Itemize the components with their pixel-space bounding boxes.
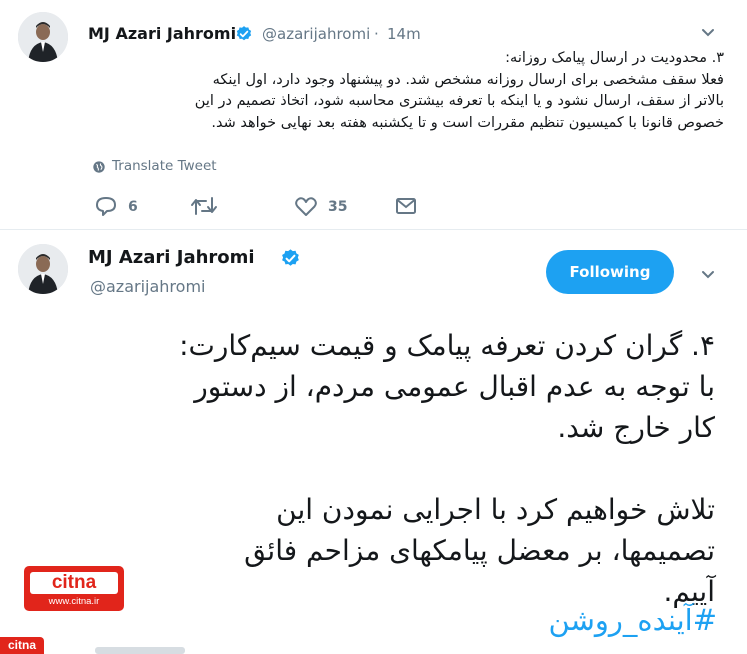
tweet-line: ۴. گران کردن تعرفه پیامک و قیمت سیم‌کارت… xyxy=(179,329,715,362)
like-icon[interactable] xyxy=(294,195,318,217)
tweet-line: کار خارج شد. xyxy=(557,411,715,444)
avatar[interactable] xyxy=(18,12,68,62)
translate-tweet-link[interactable]: Translate Tweet xyxy=(112,158,217,174)
retweet-icon[interactable] xyxy=(190,195,218,217)
reply-count: 6 xyxy=(128,199,138,215)
following-button[interactable]: Following xyxy=(546,250,674,294)
tweet-line: خصوص قانونا با کمیسیون تنظیم مقررات است … xyxy=(211,114,724,131)
citna-logo: citna www.citna.ir xyxy=(24,566,124,611)
chevron-down-icon[interactable] xyxy=(698,264,718,284)
tweet-line: ۳. محدودیت در ارسال پیامک روزانه: xyxy=(505,50,724,66)
tweet-divider xyxy=(0,229,747,230)
author-name[interactable]: MJ Azari Jahromi xyxy=(88,247,255,268)
logo-url: www.citna.ir xyxy=(48,596,100,607)
logo-wordmark: citna xyxy=(30,572,118,594)
corner-logo: citna xyxy=(0,637,44,654)
tweet-text: ۴. گران کردن تعرفه پیامک و قیمت سیم‌کارت… xyxy=(150,325,715,612)
verified-badge-icon xyxy=(236,26,252,41)
hashtag-link[interactable]: #آینده_روشن xyxy=(440,603,717,637)
verified-badge-icon xyxy=(282,249,299,266)
tweet-line: تلاش خواهیم کرد با اجرایی نمودن این xyxy=(276,493,715,526)
chevron-down-icon[interactable] xyxy=(698,22,718,42)
avatar-portrait xyxy=(18,12,68,62)
globe-icon xyxy=(93,161,105,173)
avatar[interactable] xyxy=(18,244,68,294)
avatar-portrait xyxy=(18,244,68,294)
like-count: 35 xyxy=(328,199,348,215)
author-handle[interactable]: @azarijahromi xyxy=(262,25,370,43)
tweet-line: با توجه به عدم اقبال عمومی مردم، از دستو… xyxy=(194,370,715,403)
reply-icon[interactable] xyxy=(94,195,118,217)
tweet-line: فعلا سقف مشخصی برای ارسال روزانه مشخص شد… xyxy=(212,71,724,88)
tweet-line: بالاتر از سقف، ارسال نشود و یا اینکه با … xyxy=(194,93,724,109)
time-separator: · xyxy=(374,25,379,43)
tweet-line: تصمیمها، بر معضل پیامکهای مزاحم فائق xyxy=(244,534,715,567)
tweet-time[interactable]: 14m xyxy=(387,25,421,43)
tweet-text: ۳. محدودیت در ارسال پیامک روزانه: فعلا س… xyxy=(90,48,724,134)
actions-row-partial xyxy=(95,647,185,654)
direct-message-icon[interactable] xyxy=(395,196,417,216)
author-handle[interactable]: @azarijahromi xyxy=(90,277,205,296)
author-name[interactable]: MJ Azari Jahromi xyxy=(88,24,236,43)
